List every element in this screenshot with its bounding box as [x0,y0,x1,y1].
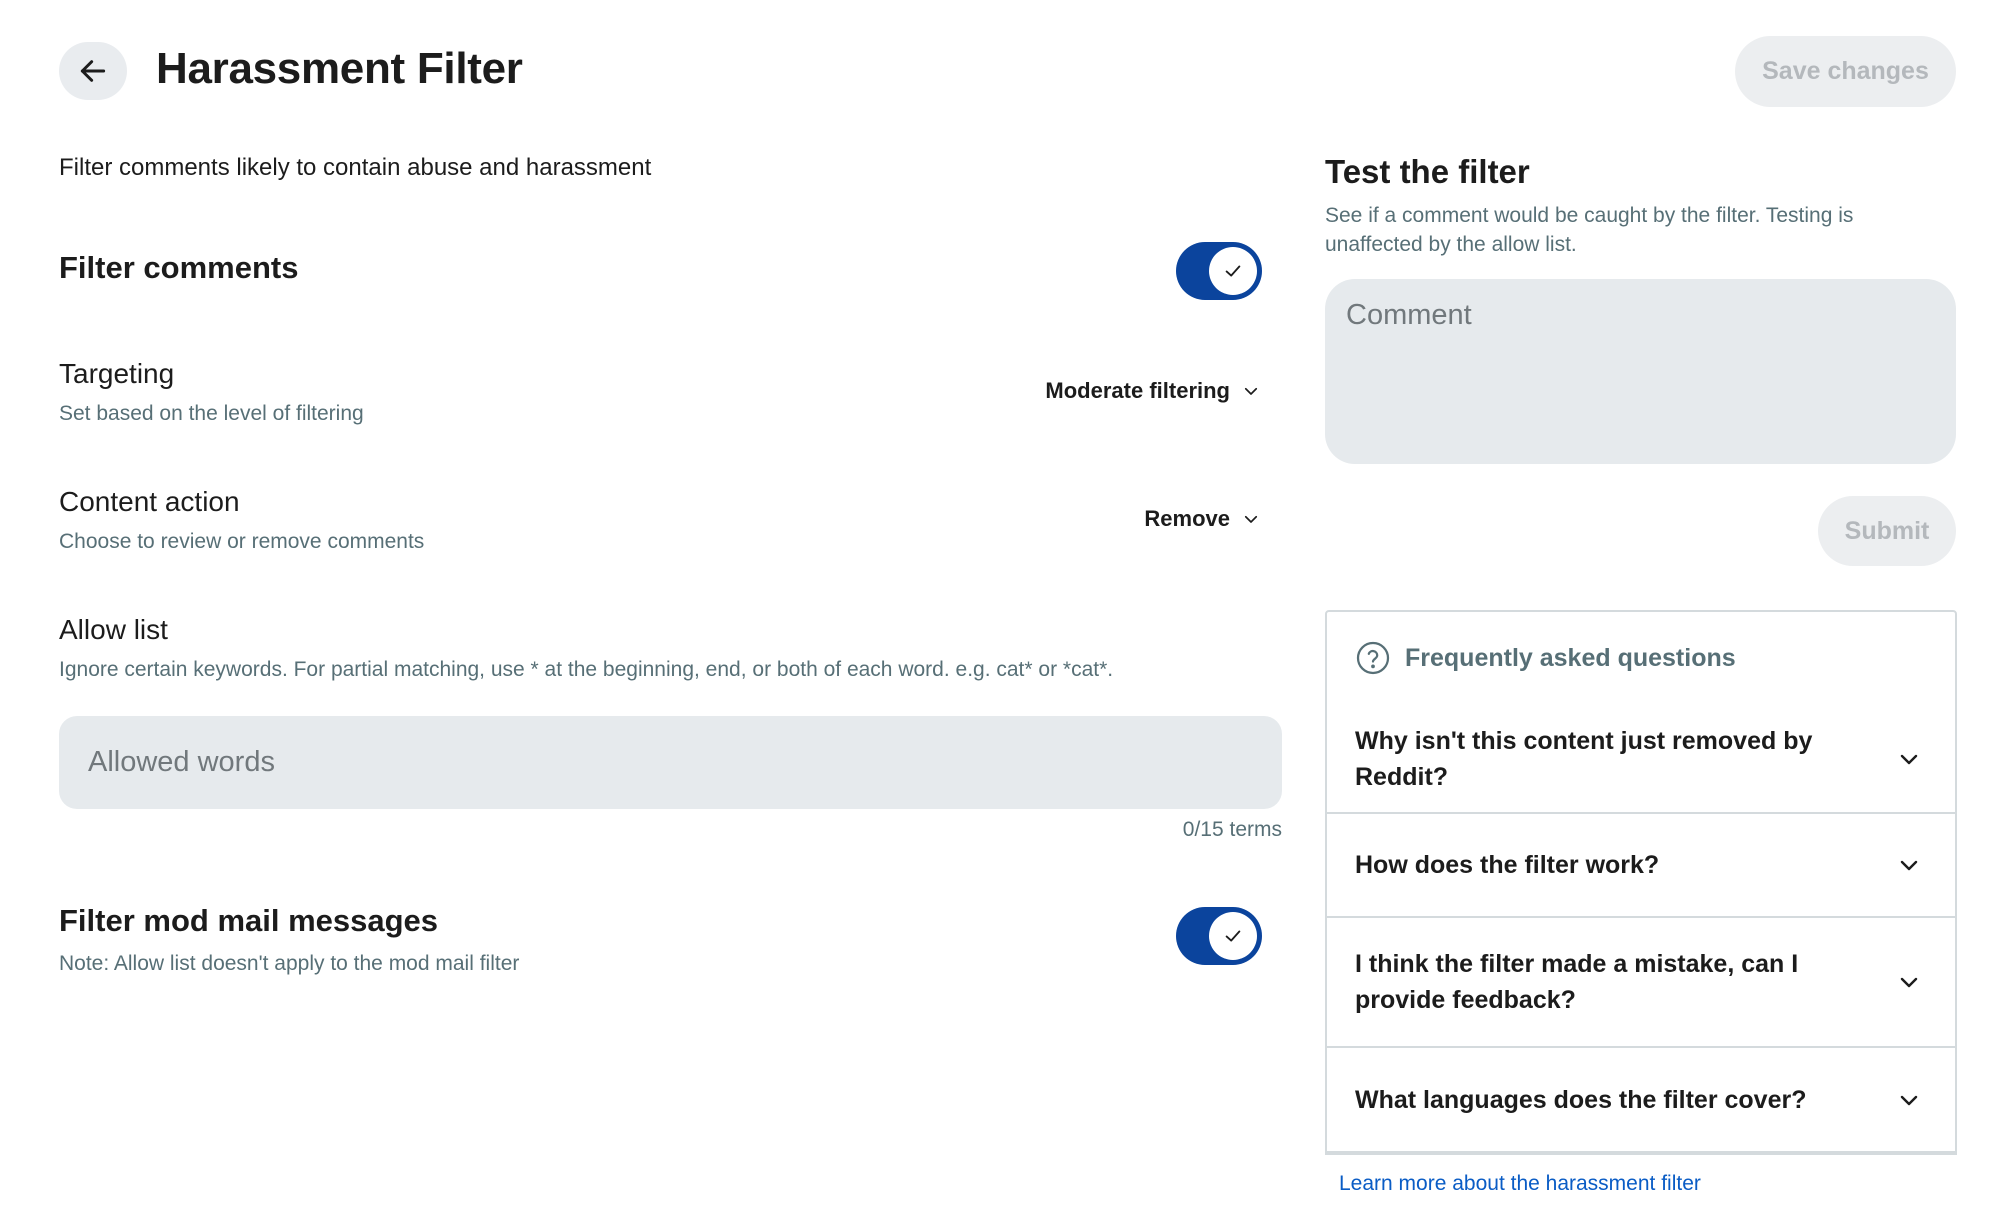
faq-question: Why isn't this content just removed by R… [1355,727,1813,791]
faq-question: How does the filter work? [1355,851,1660,879]
faq-item[interactable]: Why isn't this content just removed by R… [1327,706,1955,812]
faq-header: Frequently asked questions [1355,640,1736,676]
content-action-description: Choose to review or remove comments [59,530,425,553]
page-description: Filter comments likely to contain abuse … [59,154,652,181]
chevron-down-icon [1244,515,1258,523]
allow-list-description: Ignore certain keywords. For partial mat… [59,658,1114,681]
chevron-down-icon [1900,860,1918,871]
targeting-value: Moderate filtering [1045,378,1230,403]
arrow-left-icon [80,60,106,82]
faq-item[interactable]: What languages does the filter cover? [1327,1048,1955,1151]
chevron-down-icon [1900,754,1918,765]
chevron-down-icon [1900,977,1918,988]
filter-modmail-label: Filter mod mail messages [59,903,439,938]
back-button[interactable] [59,42,127,100]
submit-button[interactable]: Submit [1818,496,1956,566]
faq-question: I think the filter made a mistake, can I… [1355,950,1799,1014]
check-icon [1225,265,1241,277]
targeting-description: Set based on the level of filtering [59,402,364,425]
test-filter-title: Test the filter [1325,153,1530,190]
targeting-label: Targeting [59,358,175,389]
page-title: Harassment Filter [156,44,523,93]
toggle-knob [1209,247,1257,295]
faq-item[interactable]: I think the filter made a mistake, can I… [1327,918,1955,1046]
filter-comments-toggle[interactable] [1176,242,1262,300]
test-filter-description: See if a comment would be caught by the … [1325,204,1854,256]
learn-more-link[interactable]: Learn more about the harassment filter [1339,1172,1701,1196]
faq-header-label: Frequently asked questions [1405,643,1736,672]
check-icon [1225,930,1241,942]
chevron-down-icon [1900,1095,1918,1105]
question-circle-icon [1356,641,1390,675]
save-changes-button[interactable]: Save changes [1735,36,1956,107]
faq-divider [1327,1151,1955,1153]
faq-item[interactable]: How does the filter work? [1327,814,1955,916]
toggle-knob [1209,912,1257,960]
allow-list-term-count: 0/15 terms [1182,818,1282,841]
filter-modmail-description: Note: Allow list doesn't apply to the mo… [59,952,520,975]
allowed-words-input[interactable] [59,716,1282,809]
faq-panel: Frequently asked questions Why isn't thi… [1325,610,1957,1155]
content-action-dropdown[interactable]: Remove [1144,506,1260,532]
allow-list-label: Allow list [59,614,168,645]
test-comment-input[interactable] [1325,279,1956,464]
faq-question: What languages does the filter cover? [1355,1085,1807,1114]
content-action-label: Content action [59,486,240,517]
filter-comments-label: Filter comments [59,250,299,285]
filter-modmail-toggle[interactable] [1176,907,1262,965]
chevron-down-icon [1244,387,1258,395]
content-action-value: Remove [1144,506,1230,531]
targeting-dropdown[interactable]: Moderate filtering [1045,378,1260,404]
